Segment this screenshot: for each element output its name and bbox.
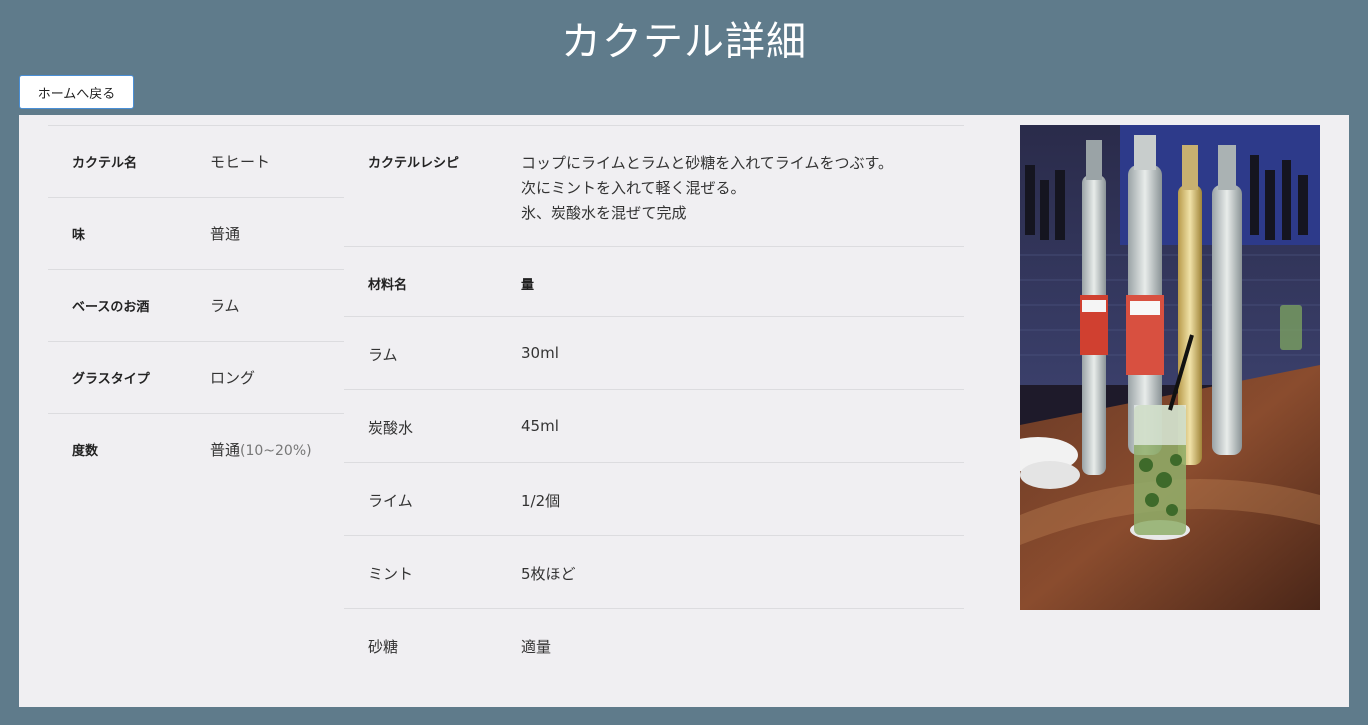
cocktail-info-table: カクテル名 モヒート 味 普通 ベースのお酒 ラム グラスタイプ ロング 度数 … [48, 125, 344, 493]
ingredients-table: 材料名 量 ラム 30ml 炭酸水 45ml ライム 1/2個 ミント 5枚ほど… [344, 246, 964, 681]
strength-range: (10~20%) [240, 443, 312, 459]
recipe-text: コップにライムとラムと砂糖を入れてライムをつぶす。 次にミントを入れて軽く混ぜる… [521, 151, 893, 226]
recipe-label: カクテルレシピ [368, 156, 460, 171]
ingredient-amount: 適量 [521, 638, 552, 656]
column-header-ingredient: 材料名 [368, 278, 408, 293]
cocktail-photo [1020, 125, 1320, 610]
ingredient-name: ミント [368, 565, 414, 583]
info-row-base: ベースのお酒 ラム [48, 269, 344, 341]
info-row-name: カクテル名 モヒート [48, 125, 344, 197]
info-row-glass: グラスタイプ ロング [48, 341, 344, 413]
table-row: ミント 5枚ほど [344, 535, 964, 608]
table-row: 砂糖 適量 [344, 608, 964, 681]
ingredient-amount: 1/2個 [521, 492, 561, 510]
column-header-amount: 量 [521, 278, 535, 293]
info-value: 普通 [210, 225, 241, 243]
ingredient-name: 炭酸水 [368, 419, 414, 437]
page-title: カクテル詳細 [561, 19, 807, 65]
recipe-line: コップにライムとラムと砂糖を入れてライムをつぶす。 [521, 154, 894, 172]
recipe-line: 氷、炭酸水を混ぜて完成 [521, 204, 687, 222]
recipe-section: カクテルレシピ コップにライムとラムと砂糖を入れてライムをつぶす。 次にミントを… [344, 125, 964, 681]
info-label: ベースのお酒 [72, 300, 150, 315]
table-row: 炭酸水 45ml [344, 389, 964, 462]
info-value: モヒート [210, 153, 271, 171]
info-label: 度数 [72, 444, 99, 459]
info-label: カクテル名 [72, 156, 138, 171]
info-row-strength: 度数 普通(10~20%) [48, 413, 344, 493]
ingredient-name: ラム [368, 346, 398, 364]
table-row: ラム 30ml [344, 316, 964, 389]
ingredients-header-row: 材料名 量 [344, 246, 964, 316]
recipe-line: 次にミントを入れて軽く混ぜる。 [521, 179, 746, 197]
ingredient-name: ライム [368, 492, 413, 510]
info-value: ロング [210, 369, 256, 387]
cocktail-detail-panel: カクテル名 モヒート 味 普通 ベースのお酒 ラム グラスタイプ ロング 度数 … [19, 115, 1349, 707]
ingredient-amount: 30ml [521, 344, 559, 362]
info-value: 普通(10~20%) [210, 441, 312, 459]
table-row: ライム 1/2個 [344, 462, 964, 535]
recipe-row: カクテルレシピ コップにライムとラムと砂糖を入れてライムをつぶす。 次にミントを… [344, 125, 964, 246]
info-value: ラム [210, 297, 240, 315]
ingredient-amount: 5枚ほど [521, 565, 576, 583]
ingredient-amount: 45ml [521, 417, 559, 435]
back-to-home-button[interactable]: ホームへ戻る [19, 75, 134, 109]
info-row-taste: 味 普通 [48, 197, 344, 269]
info-label: 味 [72, 228, 86, 243]
mojito-photo-illustration [1020, 125, 1320, 610]
info-label: グラスタイプ [72, 372, 150, 387]
ingredient-name: 砂糖 [368, 638, 399, 656]
